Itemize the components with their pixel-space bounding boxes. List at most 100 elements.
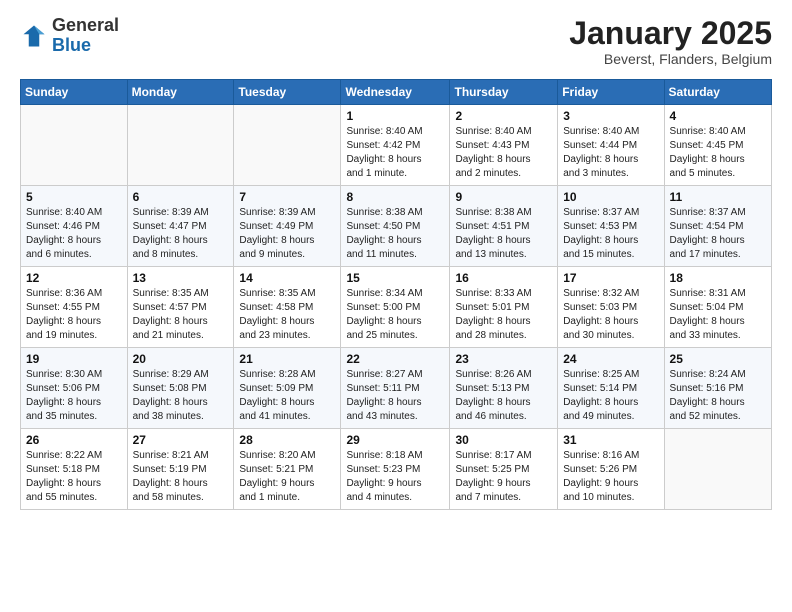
day-info: Sunrise: 8:36 AMSunset: 4:55 PMDaylight:… [26,287,122,343]
header-monday: Monday [127,80,234,105]
calendar-cell: 29 Sunrise: 8:18 AMSunset: 5:23 PMDayligh… [341,429,450,510]
day-number: 20 [133,352,229,366]
day-number: 23 [455,352,552,366]
calendar-cell: 20 Sunrise: 8:29 AMSunset: 5:08 PMDayligh… [127,348,234,429]
day-number: 12 [26,271,122,285]
logo-blue-text: Blue [52,35,91,55]
day-number: 19 [26,352,122,366]
calendar-cell: 12 Sunrise: 8:36 AMSunset: 4:55 PMDayligh… [21,267,128,348]
calendar-week-3: 12 Sunrise: 8:36 AMSunset: 4:55 PMDayligh… [21,267,772,348]
calendar-cell: 24Sunrise: 8:25 AMSunset: 5:14 PMDayligh… [558,348,664,429]
calendar-week-2: 5Sunrise: 8:40 AMSunset: 4:46 PMDaylight… [21,186,772,267]
day-info: Sunrise: 8:40 AMSunset: 4:42 PMDaylight:… [346,125,444,181]
calendar-cell: 15 Sunrise: 8:34 AMSunset: 5:00 PMDayligh… [341,267,450,348]
calendar-cell: 8Sunrise: 8:38 AMSunset: 4:50 PMDaylight… [341,186,450,267]
header-tuesday: Tuesday [234,80,341,105]
day-number: 15 [346,271,444,285]
day-number: 6 [133,190,229,204]
calendar-title: January 2025 [569,16,772,51]
day-number: 16 [455,271,552,285]
day-number: 27 [133,433,229,447]
calendar-cell [127,105,234,186]
day-info: Sunrise: 8:30 AMSunset: 5:06 PMDaylight:… [26,368,122,424]
calendar-cell: 9 Sunrise: 8:38 AMSunset: 4:51 PMDaylight… [450,186,558,267]
calendar-cell: 31Sunrise: 8:16 AMSunset: 5:26 PMDayligh… [558,429,664,510]
day-number: 10 [563,190,658,204]
calendar-week-5: 26 Sunrise: 8:22 AMSunset: 5:18 PMDayligh… [21,429,772,510]
page: General Blue January 2025 Beverst, Fland… [0,0,792,520]
day-info: Sunrise: 8:35 AMSunset: 4:58 PMDaylight:… [239,287,335,343]
calendar-cell: 13Sunrise: 8:35 AMSunset: 4:57 PMDayligh… [127,267,234,348]
day-info: Sunrise: 8:40 AMSunset: 4:45 PMDaylight:… [670,125,766,181]
header-wednesday: Wednesday [341,80,450,105]
day-info: Sunrise: 8:37 AMSunset: 4:54 PMDaylight:… [670,206,766,262]
day-number: 9 [455,190,552,204]
calendar-cell: 4 Sunrise: 8:40 AMSunset: 4:45 PMDaylight… [664,105,771,186]
calendar-cell [664,429,771,510]
calendar-week-1: 1 Sunrise: 8:40 AMSunset: 4:42 PMDaylight… [21,105,772,186]
day-info: Sunrise: 8:38 AMSunset: 4:51 PMDaylight:… [455,206,552,262]
day-info: Sunrise: 8:20 AMSunset: 5:21 PMDaylight:… [239,449,335,505]
calendar-subtitle: Beverst, Flanders, Belgium [569,51,772,67]
calendar-cell: 3 Sunrise: 8:40 AMSunset: 4:44 PMDaylight… [558,105,664,186]
calendar-cell: 6 Sunrise: 8:39 AMSunset: 4:47 PMDaylight… [127,186,234,267]
day-number: 1 [346,109,444,123]
day-info: Sunrise: 8:34 AMSunset: 5:00 PMDaylight:… [346,287,444,343]
logo-general-text: General [52,15,119,35]
day-number: 24 [563,352,658,366]
calendar-cell [234,105,341,186]
calendar-cell: 22 Sunrise: 8:27 AMSunset: 5:11 PMDayligh… [341,348,450,429]
day-info: Sunrise: 8:16 AMSunset: 5:26 PMDaylight:… [563,449,658,505]
day-number: 22 [346,352,444,366]
calendar-header-row: Sunday Monday Tuesday Wednesday Thursday… [21,80,772,105]
header: General Blue January 2025 Beverst, Fland… [20,16,772,67]
day-info: Sunrise: 8:22 AMSunset: 5:18 PMDaylight:… [26,449,122,505]
calendar-cell: 10 Sunrise: 8:37 AMSunset: 4:53 PMDayligh… [558,186,664,267]
day-info: Sunrise: 8:38 AMSunset: 4:50 PMDaylight:… [346,206,444,262]
day-info: Sunrise: 8:39 AMSunset: 4:49 PMDaylight:… [239,206,335,262]
day-info: Sunrise: 8:37 AMSunset: 4:53 PMDaylight:… [563,206,658,262]
calendar-cell: 21Sunrise: 8:28 AMSunset: 5:09 PMDayligh… [234,348,341,429]
day-info: Sunrise: 8:33 AMSunset: 5:01 PMDaylight:… [455,287,552,343]
calendar-cell [21,105,128,186]
day-info: Sunrise: 8:27 AMSunset: 5:11 PMDaylight:… [346,368,444,424]
calendar-cell: 19 Sunrise: 8:30 AMSunset: 5:06 PMDayligh… [21,348,128,429]
day-info: Sunrise: 8:18 AMSunset: 5:23 PMDaylight:… [346,449,444,505]
header-saturday: Saturday [664,80,771,105]
day-number: 17 [563,271,658,285]
calendar-cell: 11Sunrise: 8:37 AMSunset: 4:54 PMDayligh… [664,186,771,267]
calendar-cell: 14Sunrise: 8:35 AMSunset: 4:58 PMDayligh… [234,267,341,348]
day-info: Sunrise: 8:40 AMSunset: 4:46 PMDaylight:… [26,206,122,262]
calendar-cell: 28 Sunrise: 8:20 AMSunset: 5:21 PMDayligh… [234,429,341,510]
calendar-cell: 18 Sunrise: 8:31 AMSunset: 5:04 PMDayligh… [664,267,771,348]
day-info: Sunrise: 8:32 AMSunset: 5:03 PMDaylight:… [563,287,658,343]
day-number: 29 [346,433,444,447]
day-number: 4 [670,109,766,123]
day-info: Sunrise: 8:21 AMSunset: 5:19 PMDaylight:… [133,449,229,505]
calendar-cell: 17 Sunrise: 8:32 AMSunset: 5:03 PMDayligh… [558,267,664,348]
day-number: 26 [26,433,122,447]
day-info: Sunrise: 8:31 AMSunset: 5:04 PMDaylight:… [670,287,766,343]
calendar-cell: 1 Sunrise: 8:40 AMSunset: 4:42 PMDaylight… [341,105,450,186]
day-info: Sunrise: 8:39 AMSunset: 4:47 PMDaylight:… [133,206,229,262]
day-number: 21 [239,352,335,366]
calendar-cell: 25 Sunrise: 8:24 AMSunset: 5:16 PMDayligh… [664,348,771,429]
calendar-table: Sunday Monday Tuesday Wednesday Thursday… [20,79,772,510]
day-info: Sunrise: 8:24 AMSunset: 5:16 PMDaylight:… [670,368,766,424]
day-info: Sunrise: 8:35 AMSunset: 4:57 PMDaylight:… [133,287,229,343]
calendar-cell: 2Sunrise: 8:40 AMSunset: 4:43 PMDaylight… [450,105,558,186]
logo-text: General Blue [52,16,119,56]
day-number: 18 [670,271,766,285]
day-info: Sunrise: 8:29 AMSunset: 5:08 PMDaylight:… [133,368,229,424]
calendar-week-4: 19 Sunrise: 8:30 AMSunset: 5:06 PMDayligh… [21,348,772,429]
day-number: 25 [670,352,766,366]
calendar-cell: 27 Sunrise: 8:21 AMSunset: 5:19 PMDayligh… [127,429,234,510]
calendar-cell: 16 Sunrise: 8:33 AMSunset: 5:01 PMDayligh… [450,267,558,348]
day-number: 3 [563,109,658,123]
day-number: 2 [455,109,552,123]
header-friday: Friday [558,80,664,105]
day-number: 28 [239,433,335,447]
header-thursday: Thursday [450,80,558,105]
day-info: Sunrise: 8:40 AMSunset: 4:44 PMDaylight:… [563,125,658,181]
logo: General Blue [20,16,119,56]
